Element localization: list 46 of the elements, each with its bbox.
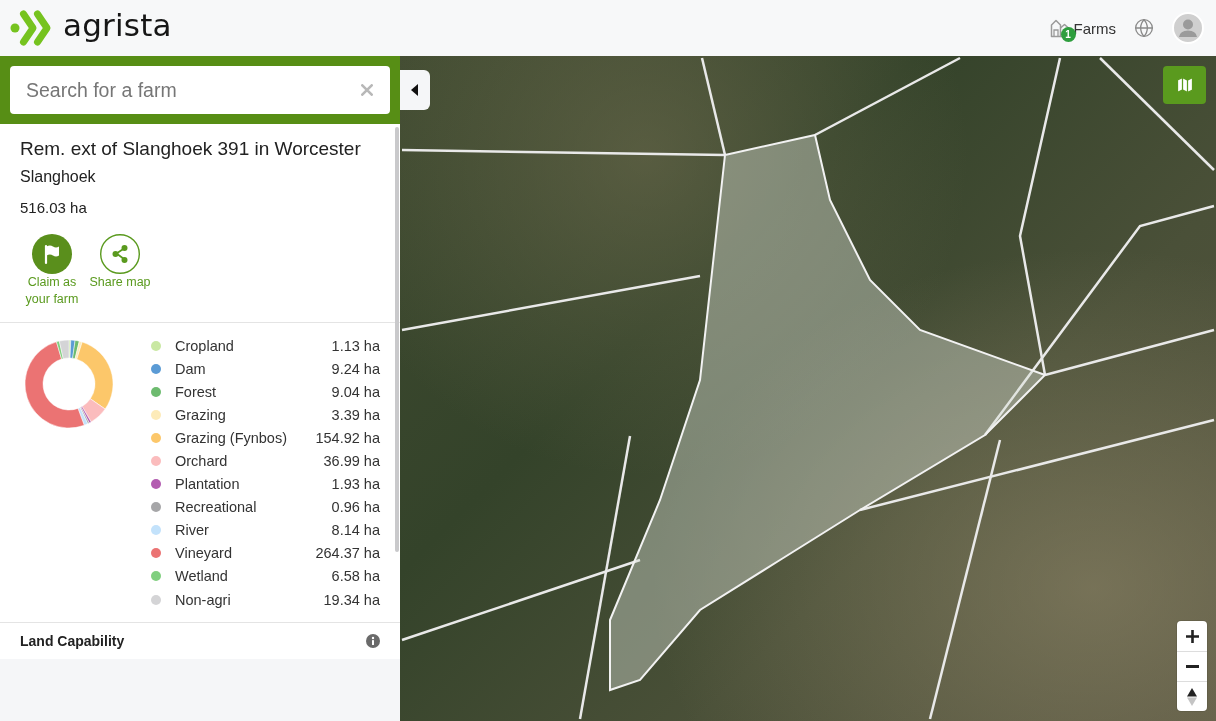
legend-value: 19.34 ha: [323, 591, 380, 608]
plus-icon: [1185, 629, 1199, 643]
legend-value: 0.96 ha: [331, 499, 380, 516]
claim-farm-button[interactable]: Claim as your farm: [20, 234, 84, 308]
legend-label: River: [175, 522, 210, 539]
scrollbar-thumb[interactable]: [395, 127, 399, 552]
legend-label: Forest: [175, 383, 218, 400]
legend-value: 9.24 ha: [331, 360, 380, 377]
legend-label: Grazing: [175, 406, 227, 423]
legend-label: Non-agri: [175, 591, 232, 608]
legend-value: 9.04 ha: [331, 383, 380, 400]
share-icon: [100, 234, 140, 274]
legend-value: 3.39 ha: [331, 406, 380, 423]
legend-value: 1.93 ha: [331, 476, 380, 493]
share-map-button[interactable]: Share map: [88, 234, 152, 308]
compass-icon: [1187, 687, 1197, 706]
farm-area: 516.03 ha: [20, 198, 380, 218]
legend-label: Orchard: [175, 453, 229, 469]
selected-parcel-highlight[interactable]: [609, 133, 1047, 692]
farm-title: Rem. ext of Slanghoek 391 in Worcester: [20, 137, 362, 161]
minus-icon: [1185, 665, 1199, 668]
legend-label: Cropland: [175, 337, 235, 354]
section-title: Land Capability: [20, 633, 125, 650]
search-field[interactable]: Search for a farm: [10, 66, 390, 114]
collapse-panel-button[interactable]: [400, 70, 430, 110]
farm-locality: Slanghoek: [20, 167, 97, 187]
legend-value: 8.14 ha: [331, 522, 380, 539]
flag-icon: [32, 234, 72, 274]
legend-value: 264.37 ha: [315, 545, 380, 562]
legend-value: 6.58 ha: [331, 568, 380, 585]
legend-value: 1.13 ha: [331, 337, 380, 354]
globe-icon[interactable]: [1134, 18, 1154, 38]
legend-label: Grazing (Fynbos): [175, 429, 288, 446]
legend-label: Wetland: [175, 568, 229, 585]
legend-label: Recreational: [175, 499, 258, 516]
legend-label: Dam: [175, 360, 207, 377]
legend-value: 36.99 ha: [323, 453, 380, 469]
brand-name: agrista: [63, 10, 172, 41]
legend-value: 154.92 ha: [315, 429, 380, 446]
map-style-button[interactable]: [1163, 66, 1206, 104]
legend-label: Plantation: [175, 476, 241, 493]
avatar-icon[interactable]: [1172, 12, 1204, 44]
info-icon[interactable]: [366, 634, 380, 649]
legend-label: Vineyard: [175, 545, 233, 562]
caret-left-icon: [411, 84, 419, 96]
barn-icon: [1049, 18, 1070, 38]
